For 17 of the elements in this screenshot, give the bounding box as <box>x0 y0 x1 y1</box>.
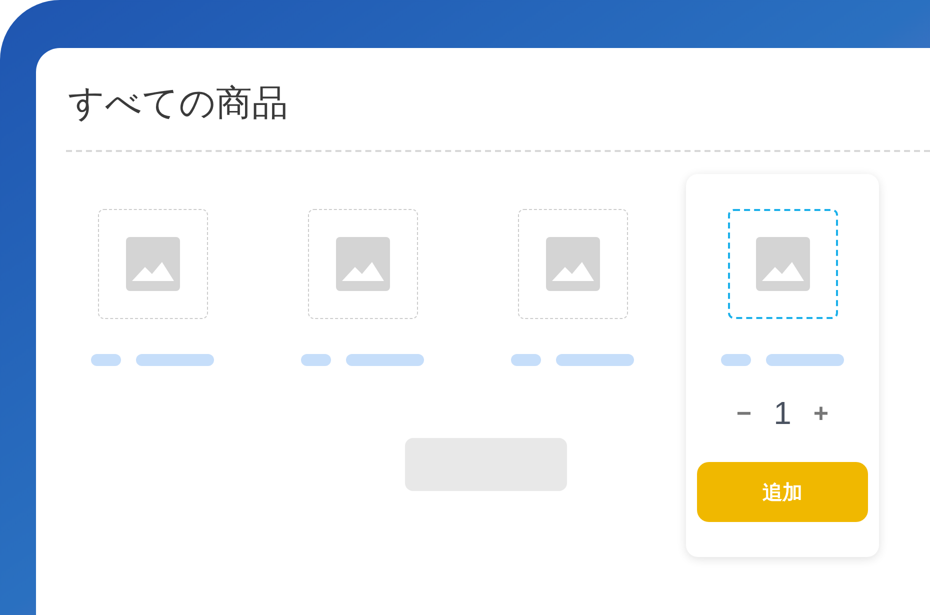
skeleton-bar <box>91 354 121 366</box>
increase-button[interactable]: + <box>813 400 829 426</box>
quantity-value: 1 <box>774 397 792 429</box>
image-placeholder[interactable] <box>518 209 628 319</box>
product-card[interactable]: − 1 + 追加 <box>686 174 879 557</box>
skeleton-bar <box>511 354 541 366</box>
image-icon <box>126 237 180 291</box>
image-icon <box>546 237 600 291</box>
skeleton-bar <box>301 354 331 366</box>
image-placeholder[interactable] <box>308 209 418 319</box>
image-icon <box>756 237 810 291</box>
image-placeholder[interactable] <box>728 209 838 319</box>
skeleton-bar <box>721 354 751 366</box>
decrease-button[interactable]: − <box>736 400 752 426</box>
image-icon <box>336 237 390 291</box>
image-placeholder[interactable] <box>98 209 208 319</box>
page-title: すべての商品 <box>68 82 288 126</box>
